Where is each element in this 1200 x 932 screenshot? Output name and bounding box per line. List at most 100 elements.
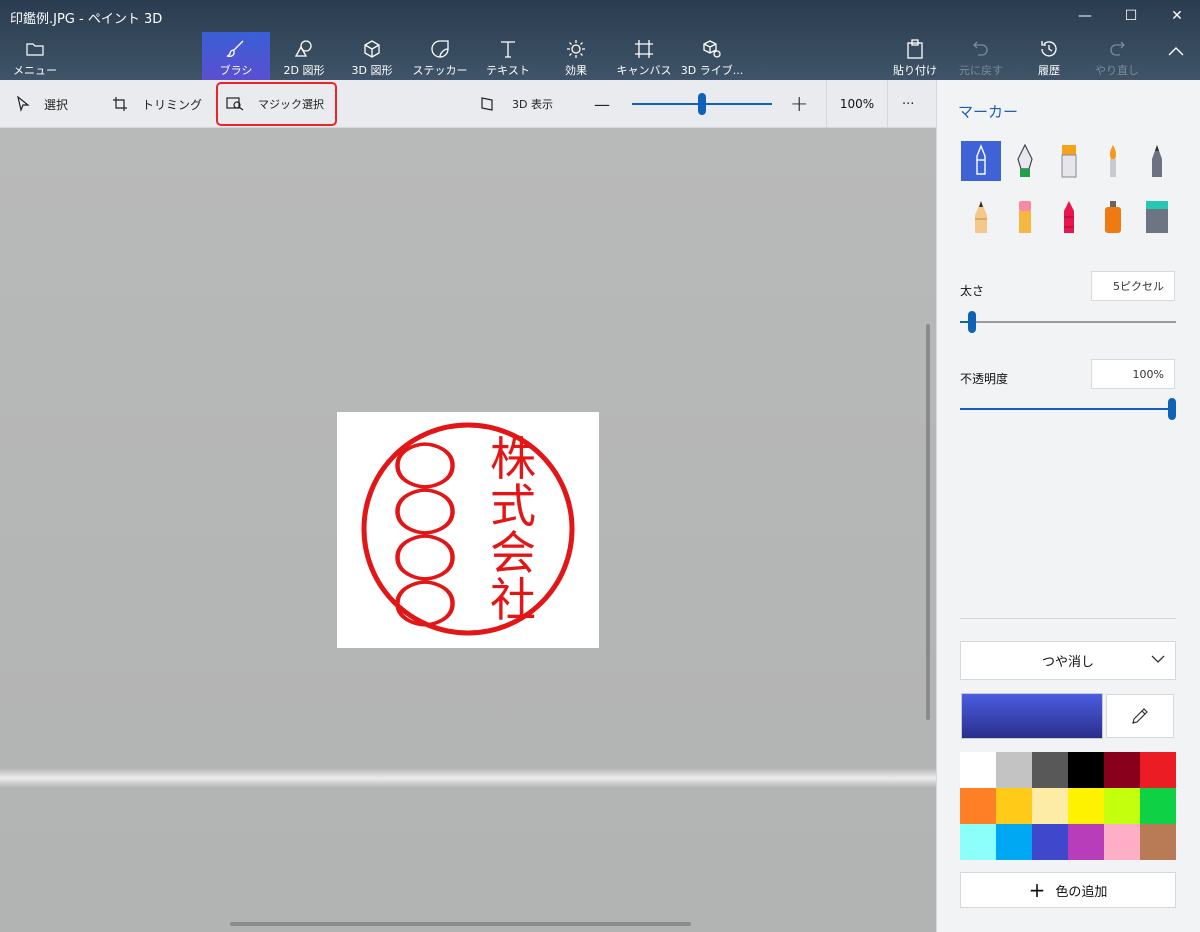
horizontal-scrollbar[interactable] [230, 922, 691, 926]
text-icon [501, 41, 515, 58]
zoom-out-button[interactable]: — [594, 80, 610, 128]
color-swatch[interactable] [960, 788, 996, 824]
crayon-icon [1064, 201, 1074, 233]
redo-label: やり直し [1095, 64, 1139, 77]
opacity-slider-thumb[interactable] [1168, 398, 1176, 420]
watercolor-icon [1109, 145, 1117, 177]
canvas-image[interactable]: ○ ○ ○ ○ 株 式 会 社 [337, 412, 599, 648]
calligraphy-pen-brush[interactable] [1005, 141, 1045, 181]
chevron-down-icon [1151, 655, 1165, 663]
paste-button[interactable]: 貼り付け [886, 32, 944, 80]
fill-bucket-brush[interactable] [1137, 197, 1177, 237]
plus-icon: + [1028, 878, 1046, 902]
color-swatch[interactable] [1068, 824, 1104, 860]
calligraphy-pen-icon [1017, 143, 1033, 177]
folder-icon [26, 43, 44, 56]
current-color-swatch[interactable] [961, 693, 1103, 739]
color-swatch[interactable] [1104, 824, 1140, 860]
redo-button[interactable]: やり直し [1088, 32, 1146, 80]
history-button[interactable]: 履歴 [1020, 32, 1078, 80]
thickness-input[interactable]: 5ピクセル [1091, 271, 1175, 301]
color-swatch[interactable] [960, 752, 996, 788]
undo-label: 元に戻す [959, 64, 1003, 77]
color-swatch[interactable] [996, 788, 1032, 824]
select-label: 選択 [44, 97, 69, 112]
color-palette [960, 752, 1176, 860]
effects-icon [567, 40, 585, 58]
more-options-button[interactable]: ··· [902, 80, 914, 128]
hanko-stamp [361, 422, 575, 636]
3d-library-icon [703, 40, 721, 58]
select-tool[interactable]: 選択 [16, 80, 68, 128]
oil-brush-icon [1061, 145, 1077, 178]
undo-button[interactable]: 元に戻す [952, 32, 1010, 80]
close-button[interactable]: ✕ [1154, 0, 1200, 32]
stamp-right-column: 株 式 会 社 [471, 436, 555, 624]
stamp-left-column: ○ ○ ○ ○ [385, 431, 465, 634]
eraser-brush[interactable] [1005, 197, 1045, 237]
thickness-slider-track[interactable] [960, 321, 1176, 323]
pixel-pen-brush[interactable] [1137, 141, 1177, 181]
stamp-char: ○ [390, 564, 460, 634]
watercolor-brush[interactable] [1093, 141, 1133, 181]
pencil-brush[interactable] [961, 197, 1001, 237]
panel-divider [960, 618, 1176, 619]
tab-label: ステッカー [412, 64, 468, 77]
opacity-label: 不透明度 [960, 372, 1009, 386]
crop-icon [113, 97, 127, 111]
tab-2d-shapes[interactable]: 2D 図形 [270, 32, 338, 80]
tab-label: 3D ライブ... [680, 64, 744, 77]
oil-brush[interactable] [1049, 141, 1089, 181]
stamp-char: 会 [490, 526, 536, 580]
thickness-slider-thumb[interactable] [968, 311, 976, 333]
color-swatch[interactable] [1032, 752, 1068, 788]
spray-can-brush[interactable] [1093, 197, 1133, 237]
eyedropper-button[interactable] [1106, 694, 1174, 738]
color-swatch[interactable] [1068, 788, 1104, 824]
eyedropper-icon [1132, 708, 1148, 724]
add-color-label: 色の追加 [1055, 884, 1108, 900]
marker-brush[interactable] [961, 141, 1001, 181]
zoom-level[interactable]: 100% [826, 80, 888, 128]
canvas-floor-highlight [0, 768, 936, 788]
panel-title: マーカー [958, 103, 1019, 121]
color-swatch[interactable] [1104, 752, 1140, 788]
zoom-slider-thumb[interactable] [698, 93, 706, 115]
tab-label: 3D 図形 [351, 64, 393, 77]
color-swatch[interactable] [960, 824, 996, 860]
color-swatch[interactable] [1032, 788, 1068, 824]
collapse-ribbon-button[interactable] [1156, 32, 1196, 80]
minimize-button[interactable]: — [1062, 0, 1108, 32]
color-swatch[interactable] [1104, 788, 1140, 824]
color-swatch[interactable] [1140, 824, 1176, 860]
stamp-char: 社 [490, 573, 536, 627]
crop-tool[interactable]: トリミング [112, 80, 202, 128]
opacity-input[interactable]: 100% [1091, 359, 1175, 389]
tab-3d-library[interactable]: 3D ライブ... [678, 32, 746, 80]
menu-button[interactable]: メニュー [8, 32, 62, 80]
tab-canvas[interactable]: キャンバス [610, 32, 678, 80]
color-swatch[interactable] [1140, 752, 1176, 788]
redo-icon [1110, 41, 1125, 56]
finish-value: つや消し [1041, 655, 1094, 670]
color-swatch[interactable] [996, 752, 1032, 788]
add-color-button[interactable]: + 色の追加 [960, 872, 1176, 908]
color-swatch[interactable] [1032, 824, 1068, 860]
color-swatch[interactable] [1140, 788, 1176, 824]
opacity-slider-fill[interactable] [960, 408, 1172, 410]
tab-text[interactable]: テキスト [474, 32, 542, 80]
eraser-icon [1019, 201, 1031, 233]
color-swatch[interactable] [1068, 752, 1104, 788]
clipboard-icon [907, 39, 923, 59]
zoom-in-button[interactable]: + [790, 80, 808, 128]
tab-effects[interactable]: 効果 [542, 32, 610, 80]
tab-3d-shapes[interactable]: 3D 図形 [338, 32, 406, 80]
maximize-button[interactable]: ☐ [1108, 0, 1154, 32]
crayon-brush[interactable] [1049, 197, 1089, 237]
color-swatch[interactable] [996, 824, 1032, 860]
tab-stickers[interactable]: ステッカー [406, 32, 474, 80]
vertical-scrollbar[interactable] [926, 324, 930, 720]
3d-view-toggle[interactable]: 3D 表示 [480, 80, 553, 128]
finish-dropdown[interactable]: つや消し [960, 641, 1176, 680]
tab-brushes[interactable]: ブラシ [202, 32, 270, 80]
